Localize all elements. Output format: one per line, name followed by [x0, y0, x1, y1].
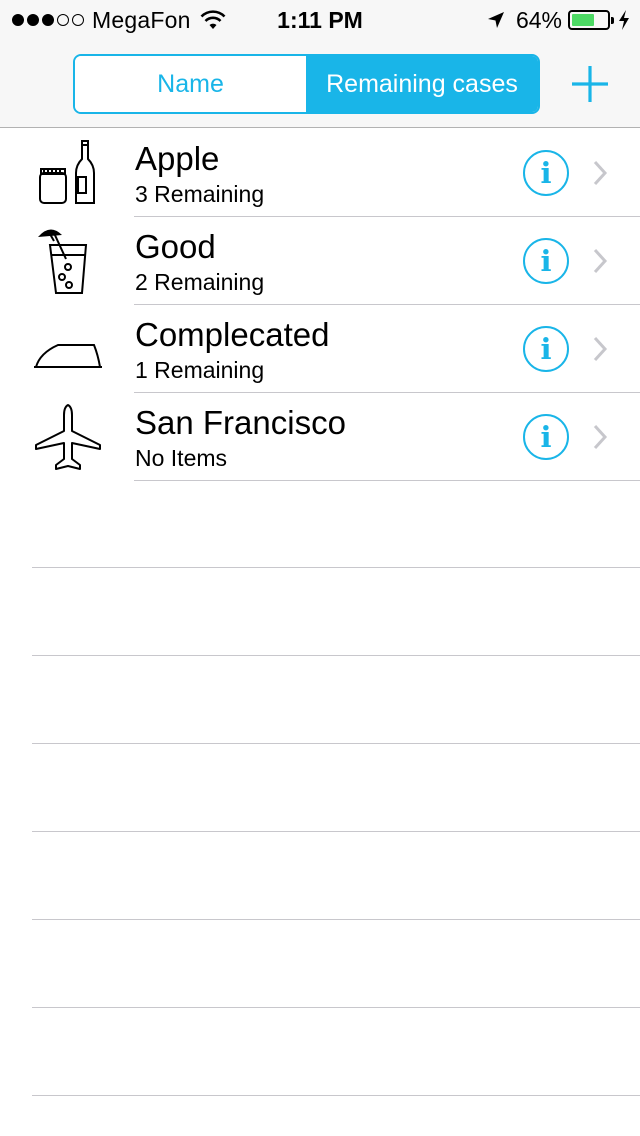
empty-row-divider — [32, 567, 640, 568]
empty-row-divider — [32, 1007, 640, 1008]
item-subtitle: 2 Remaining — [135, 269, 265, 295]
list-item[interactable]: Complecated 1 Remaining i — [0, 305, 640, 393]
info-icon[interactable]: i — [523, 414, 569, 460]
airplane-icon — [35, 404, 101, 470]
chevron-right-icon[interactable] — [592, 423, 608, 451]
empty-row-divider — [32, 743, 640, 744]
battery-tip — [611, 17, 614, 24]
row-divider — [134, 480, 640, 481]
empty-row-divider — [32, 831, 640, 832]
info-icon[interactable]: i — [523, 150, 569, 196]
chevron-right-icon[interactable] — [592, 159, 608, 187]
location-arrow-icon — [487, 12, 504, 28]
battery-percentage: 64% — [515, 6, 562, 33]
item-title: Good — [135, 228, 216, 265]
empty-row-divider — [32, 655, 640, 656]
battery-icon — [568, 10, 614, 30]
info-icon[interactable]: i — [523, 238, 569, 284]
segment-remaining-cases[interactable]: Remaining cases — [306, 56, 538, 112]
list-table: Apple 3 Remaining i Good 2 Remaining i C… — [0, 129, 640, 481]
jar-bottle-icon — [39, 140, 95, 204]
list-item[interactable]: Good 2 Remaining i — [0, 217, 640, 305]
empty-row-divider — [32, 919, 640, 920]
navigation-bar: Name Remaining cases — [0, 40, 640, 128]
empty-row-divider — [32, 1095, 640, 1096]
chevron-right-icon[interactable] — [592, 247, 608, 275]
chevron-right-icon[interactable] — [592, 335, 608, 363]
info-icon[interactable]: i — [523, 326, 569, 372]
item-subtitle: No Items — [135, 445, 228, 471]
item-title: Apple — [135, 140, 220, 177]
iron-icon — [34, 344, 102, 368]
battery-level — [572, 14, 594, 26]
item-title: Complecated — [135, 316, 330, 353]
item-subtitle: 1 Remaining — [135, 357, 265, 383]
charging-bolt-icon — [619, 10, 629, 30]
item-subtitle: 3 Remaining — [135, 181, 265, 207]
segment-name[interactable]: Name — [75, 56, 306, 112]
sort-segmented-control: Name Remaining cases — [73, 54, 540, 114]
status-bar: MegaFon 1:11 PM 64% — [0, 0, 640, 40]
list-item[interactable]: Apple 3 Remaining i — [0, 129, 640, 217]
status-right: 64% — [486, 6, 630, 33]
cocktail-icon — [38, 229, 88, 294]
plus-icon[interactable] — [570, 64, 610, 104]
list-item[interactable]: San Francisco No Items i — [0, 393, 640, 481]
item-title: San Francisco — [135, 404, 346, 441]
